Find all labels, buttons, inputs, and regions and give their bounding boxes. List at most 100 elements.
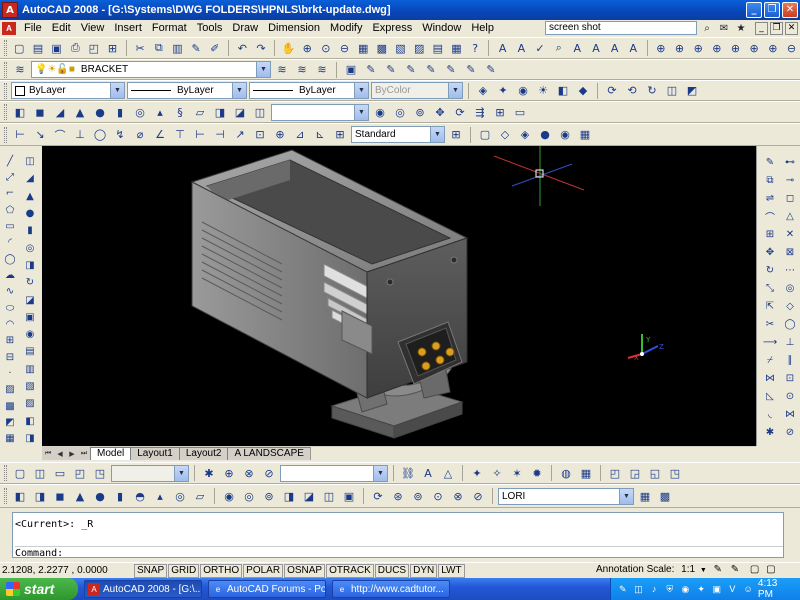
osnap-nearest-icon[interactable]: ⋈: [782, 406, 798, 422]
dimension-style-dropdown[interactable]: Standard ▼: [351, 126, 445, 143]
diameter-dimension-icon[interactable]: ⌀: [131, 126, 149, 144]
task-autocad[interactable]: A AutoCAD 2008 - [G:\...: [84, 580, 202, 598]
web-icon[interactable]: ▦: [577, 464, 595, 482]
osnap-extension-icon[interactable]: ⋯: [782, 262, 798, 278]
undo-icon[interactable]: ↶: [234, 39, 251, 57]
linetype-dropdown[interactable]: ByLayer ▼: [127, 82, 247, 99]
make-block-icon[interactable]: ⊟: [2, 350, 18, 364]
extrude-icon[interactable]: ◨: [22, 258, 38, 273]
array-icon[interactable]: ⊞: [762, 226, 778, 242]
loft-icon[interactable]: ◨: [22, 431, 38, 446]
redo-icon[interactable]: ↷: [253, 39, 270, 57]
section-icon[interactable]: ▣: [22, 310, 38, 325]
dimension-edit-icon[interactable]: ⊿: [291, 126, 309, 144]
justify-text-icon[interactable]: A: [606, 39, 623, 57]
toolbar-grip[interactable]: [4, 40, 7, 56]
render-region-icon[interactable]: ◧: [554, 82, 572, 100]
toolbar-grip[interactable]: [4, 104, 7, 120]
osnap-apparent-icon[interactable]: ⊠: [782, 244, 798, 260]
chamfer-icon[interactable]: ◺: [762, 388, 778, 404]
viewport-single-icon[interactable]: ▢: [11, 464, 29, 482]
setup-view-icon[interactable]: ▥: [22, 362, 38, 377]
layer-filter-edit-icon[interactable]: ▩: [656, 487, 674, 505]
clean-screen-icon[interactable]: ▢: [766, 564, 775, 575]
task-cadtutor[interactable]: e http://www.cadtutor...: [332, 580, 450, 598]
hatch-icon[interactable]: ▨: [2, 383, 18, 397]
zoom-object-icon[interactable]: ⊕: [727, 39, 744, 57]
3d-align-icon[interactable]: ⇶: [471, 103, 489, 121]
attribute-icon[interactable]: △: [439, 464, 457, 482]
layer-filter-dropdown[interactable]: LORI ▼: [498, 487, 634, 505]
osnap-perpendicular-icon[interactable]: ⊥: [782, 334, 798, 350]
chevron-down-icon[interactable]: ▼: [430, 127, 444, 142]
tray-display-icon[interactable]: ▣: [711, 583, 723, 595]
viewport-two-icon[interactable]: ◫: [31, 464, 49, 482]
zoom-dynamic-icon[interactable]: ⊕: [690, 39, 707, 57]
cone-icon[interactable]: ▲: [22, 189, 38, 204]
text-window-icon[interactable]: A: [419, 464, 437, 482]
layer-lock-icon[interactable]: ✎: [402, 61, 420, 79]
3d-wireframe-icon[interactable]: ◇: [496, 126, 514, 144]
plot-preview-icon[interactable]: ◰: [86, 39, 103, 57]
solid-cylinder-icon[interactable]: ▮: [111, 487, 129, 505]
line-icon[interactable]: ╱: [2, 154, 18, 168]
properties-icon[interactable]: ▦: [355, 39, 372, 57]
cone-icon[interactable]: ▲: [71, 103, 89, 121]
zoom-all-icon[interactable]: ⊕: [653, 39, 670, 57]
join-icon[interactable]: ⋈: [762, 370, 778, 386]
ordinate-dimension-icon[interactable]: ⊥: [71, 126, 89, 144]
center-mark-icon[interactable]: ⊕: [271, 126, 289, 144]
continue-dimension-icon[interactable]: ⊣: [211, 126, 229, 144]
task-forums[interactable]: e AutoCAD Forums - Po...: [208, 580, 326, 598]
command-prompt[interactable]: Command:: [15, 546, 783, 559]
lineweight-dropdown[interactable]: ByLayer ▼: [249, 82, 369, 99]
zoom-extents-icon[interactable]: ⊕: [709, 39, 726, 57]
toolbar-grip[interactable]: [4, 82, 7, 99]
publish-icon[interactable]: ⊞: [104, 39, 121, 57]
favorites-star-icon[interactable]: ★: [734, 21, 748, 35]
chevron-down-icon[interactable]: ▼: [354, 83, 368, 98]
edit-extrude-face-icon[interactable]: ◨: [280, 487, 298, 505]
zoom-scale-icon[interactable]: ⊕: [746, 39, 763, 57]
find-text-icon[interactable]: ⌕: [550, 39, 567, 57]
erase-icon[interactable]: ✎: [762, 154, 778, 170]
interfere-icon[interactable]: ◉: [22, 327, 38, 342]
slice-icon[interactable]: ◪: [22, 292, 38, 307]
tray-update-icon[interactable]: ✦: [695, 583, 707, 595]
distant-light-icon[interactable]: ✹: [528, 464, 546, 482]
polysolid-icon[interactable]: ◧: [11, 103, 29, 121]
torus-icon[interactable]: ◎: [131, 103, 149, 121]
layer-states-icon[interactable]: ≋: [313, 61, 331, 79]
orbit-free-icon[interactable]: ⊛: [389, 487, 407, 505]
prev-tab-icon[interactable]: ◀: [54, 448, 66, 460]
flatshot-icon[interactable]: ▨: [22, 396, 38, 411]
wedge-icon[interactable]: ◢: [51, 103, 69, 121]
continuous-orbit-icon[interactable]: ↻: [643, 82, 661, 100]
stretch-icon[interactable]: ⇱: [762, 298, 778, 314]
document-icon[interactable]: A: [2, 22, 16, 35]
hyperlink-icon[interactable]: ⛓: [399, 464, 417, 482]
presspull-icon[interactable]: ◪: [231, 103, 249, 121]
solid-cube-icon[interactable]: ◼: [51, 487, 69, 505]
lights-button-icon[interactable]: ✦: [468, 464, 486, 482]
toolbar-grip[interactable]: [4, 126, 7, 143]
draw-order-above-icon[interactable]: ◱: [646, 464, 664, 482]
circle-icon[interactable]: ◯: [2, 252, 18, 266]
menu-format[interactable]: Format: [147, 20, 192, 37]
menu-insert[interactable]: Insert: [109, 20, 147, 37]
chevron-down-icon[interactable]: ▼: [448, 83, 462, 98]
union-icon[interactable]: ◉: [371, 103, 389, 121]
fillet-icon[interactable]: ◟: [762, 406, 778, 422]
search-icon[interactable]: ⌕: [700, 21, 714, 35]
tray-settings-icon[interactable]: ▢: [750, 564, 759, 575]
convert-space-icon[interactable]: A: [625, 39, 642, 57]
dimension-update-icon[interactable]: ⊞: [331, 126, 349, 144]
camera-icon[interactable]: ◫: [663, 82, 681, 100]
move-icon[interactable]: ✥: [762, 244, 778, 260]
layer-filter-apply-icon[interactable]: ▦: [636, 487, 654, 505]
copy-icon[interactable]: ⧉: [150, 39, 167, 57]
annotation-scale-value[interactable]: 1:1: [681, 564, 695, 575]
orbit-swivel-icon[interactable]: ⊗: [449, 487, 467, 505]
solid-ruled-icon[interactable]: ▱: [191, 487, 209, 505]
communication-icon[interactable]: ✉: [717, 21, 731, 35]
